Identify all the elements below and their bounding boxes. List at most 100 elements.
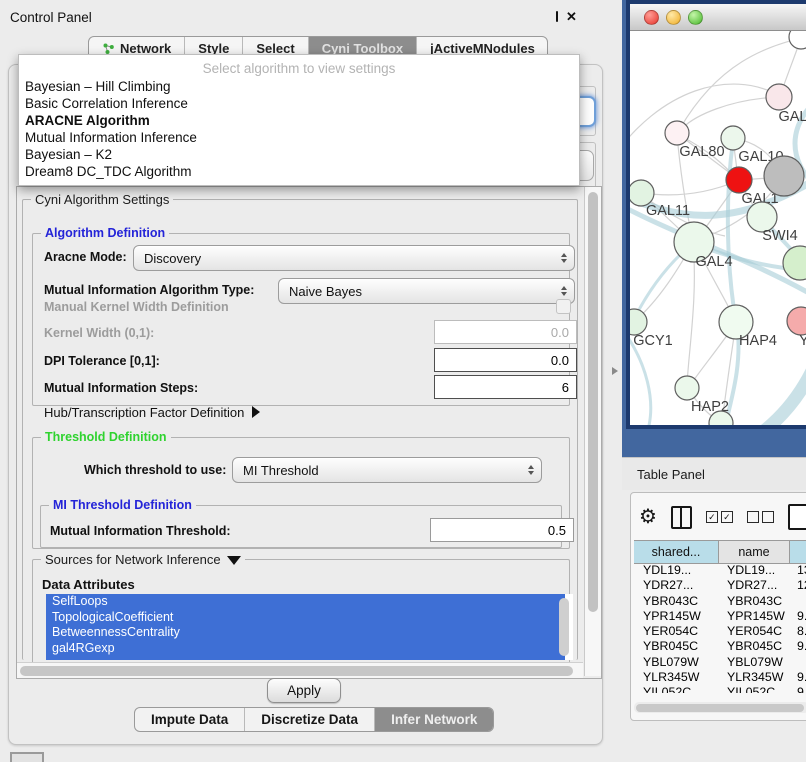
mi-algorithm-type-label: Mutual Information Algorithm Type: <box>44 283 254 297</box>
settings-vertical-scrollbar[interactable] <box>584 187 601 676</box>
mi-steps-field[interactable]: 6 <box>434 375 577 399</box>
network-graph: GALGAL80GAL10GAL1GAL11SWI4GAL4GCY1HAP4YH… <box>630 31 806 429</box>
data-attribute-item[interactable]: gal4RGexp <box>46 641 565 657</box>
table-cell: YDR27... <box>634 578 718 593</box>
table-row[interactable]: YBR045CYBR045C9. <box>634 639 806 654</box>
table-cell: 9. <box>788 639 806 654</box>
network-edge <box>642 181 737 195</box>
dpi-tolerance-field[interactable]: 0.0 <box>434 348 577 372</box>
cyni-algorithm-settings-title: Cyni Algorithm Settings <box>31 192 173 207</box>
table-row[interactable]: YER054CYER054C8. <box>634 624 806 639</box>
network-node-hap2[interactable] <box>675 376 699 400</box>
column-header-name[interactable]: name <box>719 541 790 563</box>
table-cell: YBR045C <box>718 639 788 654</box>
mi-threshold-field[interactable]: 0.5 <box>430 518 574 542</box>
table-cell: 9. <box>788 670 806 685</box>
algorithm-option[interactable]: Bayesian – K2 <box>19 146 579 163</box>
network-node[interactable] <box>789 31 806 49</box>
algorithm-option[interactable]: ARACNE Algorithm <box>19 112 579 129</box>
data-attributes-list[interactable]: SelfLoopsTopologicalCoefficientBetweenne… <box>46 594 573 660</box>
table-row[interactable]: YLR345WYLR345W9. <box>634 670 806 685</box>
table-row[interactable]: YBL079WYBL079W <box>634 655 806 670</box>
table-row[interactable]: YDL19...YDL19...13 <box>634 563 806 578</box>
data-attribute-item[interactable]: BetweennessCentrality <box>46 625 565 641</box>
apply-button[interactable]: Apply <box>267 678 341 703</box>
network-node-gal[interactable] <box>766 84 792 110</box>
stepper-arrows-icon <box>561 286 567 296</box>
collapse-down-icon[interactable] <box>227 556 241 565</box>
column-header-shared[interactable]: shared... <box>634 541 719 563</box>
control-panel: Control Panel ✕ NetworkStyleSelectCyni T… <box>0 0 620 762</box>
table-row[interactable]: YDR27...YDR27...12 <box>634 578 806 593</box>
network-window-titlebar[interactable] <box>630 4 806 31</box>
deselect-all-checkboxes-icon[interactable] <box>747 511 774 523</box>
close-traffic-light-icon[interactable] <box>644 10 659 25</box>
data-attribute-item[interactable]: TopologicalCoefficient <box>46 610 565 626</box>
table-row[interactable]: YPR145WYPR145W9. <box>634 609 806 624</box>
table-toolbar: ⚙ ✓✓ <box>639 501 806 533</box>
network-node-gal1[interactable] <box>726 167 752 193</box>
network-node-gal80[interactable] <box>665 121 689 145</box>
tab-infer-network[interactable]: Infer Network <box>374 708 493 731</box>
attributes-scrollbar[interactable] <box>559 598 569 656</box>
algorithm-dropdown-list: Bayesian – Hill ClimbingBasic Correlatio… <box>19 78 579 180</box>
table-cell: YPR145W <box>718 609 788 624</box>
table-cell: YBL079W <box>718 655 788 670</box>
table-cell: 13 <box>788 563 806 578</box>
which-threshold-combobox[interactable]: MI Threshold <box>232 457 542 483</box>
table-cell: YBR043C <box>634 594 718 609</box>
table-cell: YDL19... <box>634 563 718 578</box>
close-icon[interactable]: ✕ <box>566 11 577 22</box>
table-horizontal-scrollbar[interactable] <box>634 702 806 713</box>
table-cell: YLR345W <box>634 670 718 685</box>
network-node[interactable] <box>783 246 806 280</box>
table-panel: ⚙ ✓✓ shared...name YDL19...YDL19...13YDR… <box>630 492 806 721</box>
network-node-gcy1[interactable] <box>630 309 647 335</box>
data-attribute-item[interactable]: SelfLoops <box>46 594 565 610</box>
float-window-icon[interactable] <box>556 11 558 22</box>
mi-threshold-label: Mutual Information Threshold: <box>50 524 231 538</box>
aracne-mode-combobox[interactable]: Discovery <box>133 245 575 271</box>
column-header[interactable] <box>790 541 806 563</box>
mi-algorithm-type-combobox[interactable]: Naive Bayes <box>278 278 575 304</box>
data-attribute-item-partial[interactable] <box>46 656 565 660</box>
network-node-label: GAL80 <box>679 144 724 160</box>
minimize-traffic-light-icon[interactable] <box>666 10 681 25</box>
table-row[interactable]: YBR043CYBR043C <box>634 594 806 609</box>
floating-mini-window[interactable] <box>10 752 44 762</box>
network-node[interactable] <box>764 156 804 196</box>
algorithm-option[interactable]: Dream8 DC_TDC Algorithm <box>19 163 579 180</box>
table-cell <box>788 655 806 670</box>
algorithm-option[interactable]: Mutual Information Inference <box>19 129 579 146</box>
table-row[interactable]: YIL052CYIL052C9 <box>634 685 806 693</box>
mi-algorithm-type-value: Naive Bayes <box>289 284 362 299</box>
cytoscape-desktop: GALGAL80GAL10GAL1GAL11SWI4GAL4GCY1HAP4YH… <box>622 0 806 457</box>
sources-title: Sources for Network Inference <box>41 552 245 567</box>
kernel-width-field[interactable]: 0.0 <box>434 320 577 344</box>
network-node-gal10[interactable] <box>721 126 745 150</box>
panel-splitter-handle[interactable] <box>612 367 618 375</box>
hub-definition-expander[interactable]: Hub/Transcription Factor Definition <box>44 405 260 420</box>
algorithm-dropdown-placeholder: Select algorithm to view settings <box>19 59 579 78</box>
network-node-y[interactable] <box>787 307 806 335</box>
data-attributes-label: Data Attributes <box>42 577 135 592</box>
column-split-icon[interactable] <box>671 506 692 529</box>
expand-right-icon <box>252 406 260 418</box>
manual-kernel-width-label: Manual Kernel Width Definition <box>44 300 229 314</box>
zoom-traffic-light-icon[interactable] <box>688 10 703 25</box>
which-threshold-label: Which threshold to use: <box>84 463 226 477</box>
algorithm-option[interactable]: Basic Correlation Inference <box>19 95 579 112</box>
select-all-checkboxes-icon[interactable]: ✓✓ <box>706 511 733 523</box>
network-node[interactable] <box>709 411 733 429</box>
settings-horizontal-scrollbar[interactable] <box>17 662 583 678</box>
gear-icon[interactable]: ⚙ <box>639 507 657 527</box>
network-node-label: GAL <box>778 109 806 125</box>
function-builder-icon[interactable] <box>788 504 806 530</box>
control-panel-title: Control Panel <box>10 10 92 25</box>
network-canvas[interactable]: GALGAL80GAL10GAL1GAL11SWI4GAL4GCY1HAP4YH… <box>630 31 806 425</box>
manual-kernel-width-checkbox[interactable] <box>556 299 571 314</box>
tab-discretize-data[interactable]: Discretize Data <box>244 708 374 731</box>
algorithm-option[interactable]: Bayesian – Hill Climbing <box>19 78 579 95</box>
table-cell <box>788 594 806 609</box>
tab-impute-data[interactable]: Impute Data <box>135 708 244 731</box>
